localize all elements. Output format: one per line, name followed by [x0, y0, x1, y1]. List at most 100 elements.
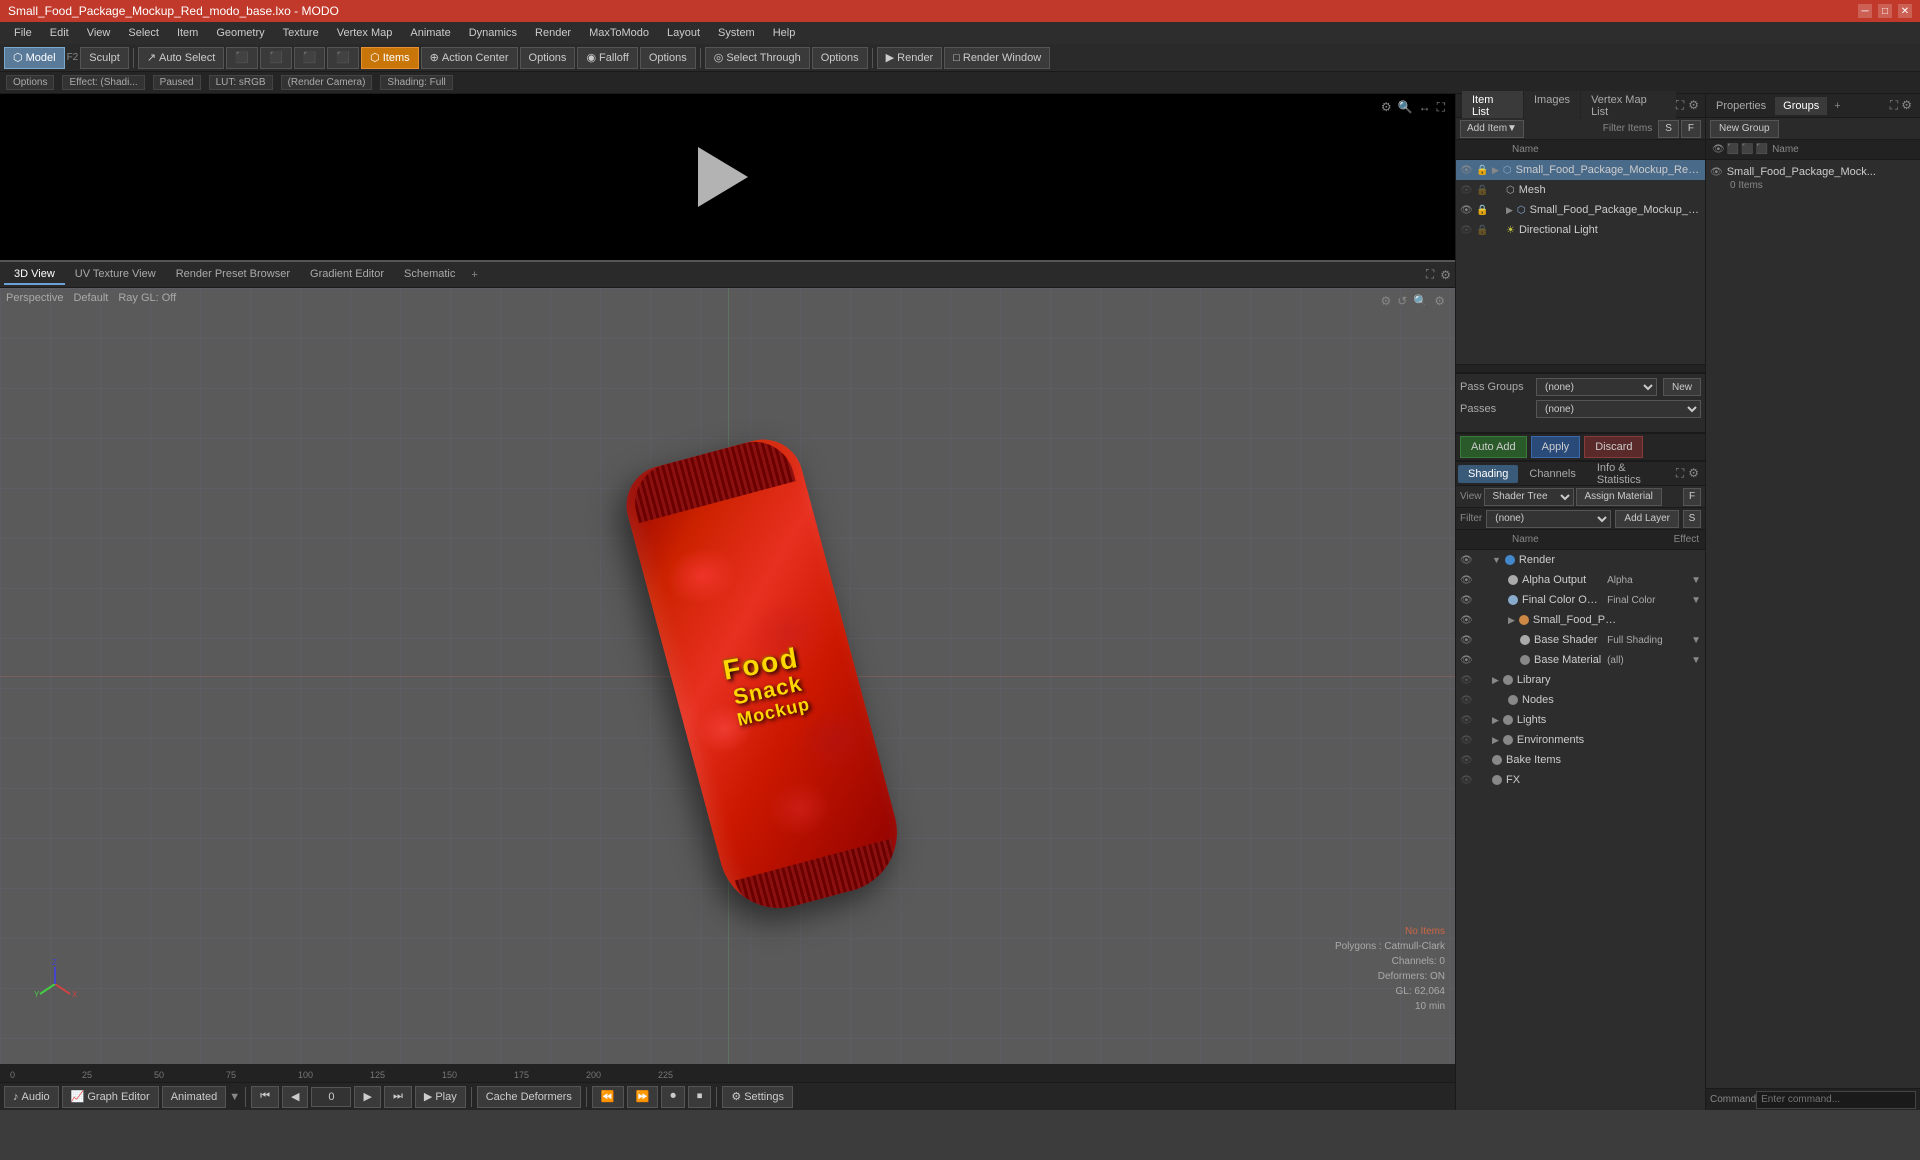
item-list-content[interactable]: 👁 🔒 ▶ ⬡ Small_Food_Package_Mockup_Red ..… — [1456, 160, 1705, 364]
sh-eye-8[interactable]: 👁 — [1460, 715, 1472, 726]
tab-shading[interactable]: Shading — [1458, 465, 1518, 483]
options-2-button[interactable]: Options — [640, 47, 696, 69]
item-list-scrollbar[interactable] — [1456, 364, 1705, 372]
sh-arrow-8[interactable]: ▶ — [1492, 715, 1499, 726]
tab-vertex-map-list[interactable]: Vertex Map List — [1581, 91, 1676, 121]
preview-icon-3[interactable]: ↔ — [1419, 100, 1431, 115]
sh-eye-2[interactable]: 👁 — [1460, 595, 1472, 606]
animated-button[interactable]: Animated — [162, 1086, 226, 1108]
menu-geometry[interactable]: Geometry — [208, 25, 272, 41]
passes-dropdown[interactable]: (none) — [1536, 400, 1701, 418]
select-through-button[interactable]: ◎ Select Through — [705, 47, 810, 69]
add-layer-button[interactable]: Add Layer — [1615, 510, 1679, 528]
lock-icon-1[interactable]: 🔒 — [1476, 185, 1488, 196]
prev-frame-button[interactable]: ⏮ — [251, 1086, 279, 1108]
shader-row-finalcolor[interactable]: 👁 Final Color Output Final Color ▼ — [1456, 590, 1705, 610]
tab-schematic[interactable]: Schematic — [394, 265, 465, 285]
item-panel-settings-icon[interactable]: ⚙ — [1688, 98, 1699, 113]
minimize-button[interactable]: ─ — [1858, 4, 1872, 18]
prev-key-button[interactable]: ◀ — [282, 1086, 308, 1108]
menu-select[interactable]: Select — [120, 25, 167, 41]
next-key-button[interactable]: ▶ — [354, 1086, 380, 1108]
menu-animate[interactable]: Animate — [402, 25, 458, 41]
tool-icon-2[interactable]: ⬛ — [260, 47, 292, 69]
item-panel-expand-icon[interactable]: ⛶ — [1676, 98, 1684, 113]
tool-icon-4[interactable]: ⬛ — [327, 47, 359, 69]
expand-arrow-0[interactable]: ▶ — [1492, 165, 1499, 176]
item-row-1[interactable]: 👁 🔒 ⬡ Mesh — [1456, 180, 1705, 200]
animated-dropdown[interactable]: ▼ — [229, 1091, 240, 1103]
render-button[interactable]: ▶ Render — [877, 47, 943, 69]
filter-dropdown[interactable]: (none) — [1486, 510, 1611, 528]
shader-row-basematerial[interactable]: 👁 Base Material (all) ▼ — [1456, 650, 1705, 670]
viewport-3d[interactable]: Perspective Default Ray GL: Off ⚙ ↺ 🔍 ⚙ … — [0, 288, 1455, 1064]
options-3-button[interactable]: Options — [812, 47, 868, 69]
shader-f-button[interactable]: F — [1683, 488, 1701, 506]
shading-expand-icon[interactable]: ⛶ — [1676, 466, 1684, 481]
apply-button[interactable]: Apply — [1531, 436, 1581, 458]
sh-eye-11[interactable]: 👁 — [1460, 775, 1472, 786]
fr-tab-add[interactable]: + — [1828, 97, 1846, 115]
new-group-button[interactable]: New Group — [1710, 120, 1779, 138]
shader-row-baseshader[interactable]: 👁 Base Shader Full Shading ▼ — [1456, 630, 1705, 650]
shader-row-fx[interactable]: 👁 FX — [1456, 770, 1705, 790]
play-preview-button[interactable] — [698, 147, 758, 207]
item-row-3[interactable]: 👁 🔒 ☀ Directional Light — [1456, 220, 1705, 240]
expand-arrow-2[interactable]: ▶ — [1506, 205, 1513, 216]
eye-icon-2[interactable]: 👁 — [1460, 205, 1472, 216]
viewport-settings-icon[interactable]: ⚙ — [1440, 268, 1451, 282]
play-button[interactable]: ▶ Play — [415, 1086, 466, 1108]
tool-icon-1[interactable]: ⬛ — [226, 47, 258, 69]
sh-eye-6[interactable]: 👁 — [1460, 675, 1472, 686]
sh-eye-9[interactable]: 👁 — [1460, 735, 1472, 746]
sh-eye-4[interactable]: 👁 — [1460, 635, 1472, 646]
sh-arrow-r-1[interactable]: ▼ — [1691, 575, 1701, 586]
viewport-icon-1[interactable]: ⚙ — [1380, 294, 1391, 308]
menu-file[interactable]: File — [6, 25, 40, 41]
viewport-expand-icon[interactable]: ⛶ — [1426, 267, 1434, 282]
shader-row-alpha[interactable]: 👁 Alpha Output Alpha ▼ — [1456, 570, 1705, 590]
viewport-settings-btn[interactable]: ⚙ — [1434, 294, 1445, 308]
shader-row-render[interactable]: 👁 ▼ Render — [1456, 550, 1705, 570]
shader-row-sfp[interactable]: 👁 ▶ Small_Food_Package_Mock ... — [1456, 610, 1705, 630]
shader-row-environments[interactable]: 👁 ▶ Environments — [1456, 730, 1705, 750]
sh-arrow-r-4[interactable]: ▼ — [1691, 635, 1701, 646]
preview-icon-2[interactable]: 🔍 — [1398, 100, 1413, 115]
sh-arrow-3[interactable]: ▶ — [1508, 615, 1515, 626]
lock-icon-3[interactable]: 🔒 — [1476, 225, 1488, 236]
sh-eye-7[interactable]: 👁 — [1460, 695, 1472, 706]
auto-add-button[interactable]: Auto Add — [1460, 436, 1527, 458]
item-row-0[interactable]: 👁 🔒 ▶ ⬡ Small_Food_Package_Mockup_Red ..… — [1456, 160, 1705, 180]
render-window-button[interactable]: □ Render Window — [944, 47, 1050, 69]
fr-col-icon-2[interactable]: ⬛ — [1727, 144, 1739, 155]
group-row-0[interactable]: 👁 Small_Food_Package_Mock... — [1710, 164, 1916, 180]
sh-arrow-r-5[interactable]: ▼ — [1691, 655, 1701, 666]
sh-arrow-r-2[interactable]: ▼ — [1691, 595, 1701, 606]
tab-groups[interactable]: Groups — [1775, 97, 1827, 115]
sh-eye-0[interactable]: 👁 — [1460, 555, 1472, 566]
graph-editor-button[interactable]: 📈 Graph Editor — [62, 1086, 159, 1108]
transport-icon-2[interactable]: ⏩ — [627, 1086, 659, 1108]
far-right-settings-icon[interactable]: ⚙ — [1901, 98, 1912, 112]
filter-f-button[interactable]: F — [1681, 120, 1701, 138]
fr-col-eye-icon[interactable]: 👁 — [1712, 144, 1725, 155]
shader-row-lights[interactable]: 👁 ▶ Lights — [1456, 710, 1705, 730]
viewport-icon-2[interactable]: ↺ — [1397, 294, 1407, 308]
eye-icon-1[interactable]: 👁 — [1460, 185, 1472, 196]
tab-render-preset[interactable]: Render Preset Browser — [166, 265, 300, 285]
next-frame-button[interactable]: ⏭ — [384, 1086, 412, 1108]
menu-dynamics[interactable]: Dynamics — [461, 25, 525, 41]
filter-s-button[interactable]: S — [1658, 120, 1679, 138]
transport-icon-3[interactable]: ⏺ — [661, 1086, 685, 1108]
lock-icon-2[interactable]: 🔒 — [1476, 205, 1488, 216]
tab-3d-view[interactable]: 3D View — [4, 265, 65, 285]
menu-item[interactable]: Item — [169, 25, 206, 41]
item-row-2[interactable]: 👁 🔒 ▶ ⬡ Small_Food_Package_Mockup_Red ..… — [1456, 200, 1705, 220]
maximize-button[interactable]: □ — [1878, 4, 1892, 18]
menu-render[interactable]: Render — [527, 25, 579, 41]
menu-view[interactable]: View — [79, 25, 119, 41]
sh-eye-1[interactable]: 👁 — [1460, 575, 1472, 586]
settings-button[interactable]: ⚙ Settings — [722, 1086, 793, 1108]
command-input[interactable] — [1756, 1091, 1916, 1109]
eye-icon-3[interactable]: 👁 — [1460, 225, 1472, 236]
